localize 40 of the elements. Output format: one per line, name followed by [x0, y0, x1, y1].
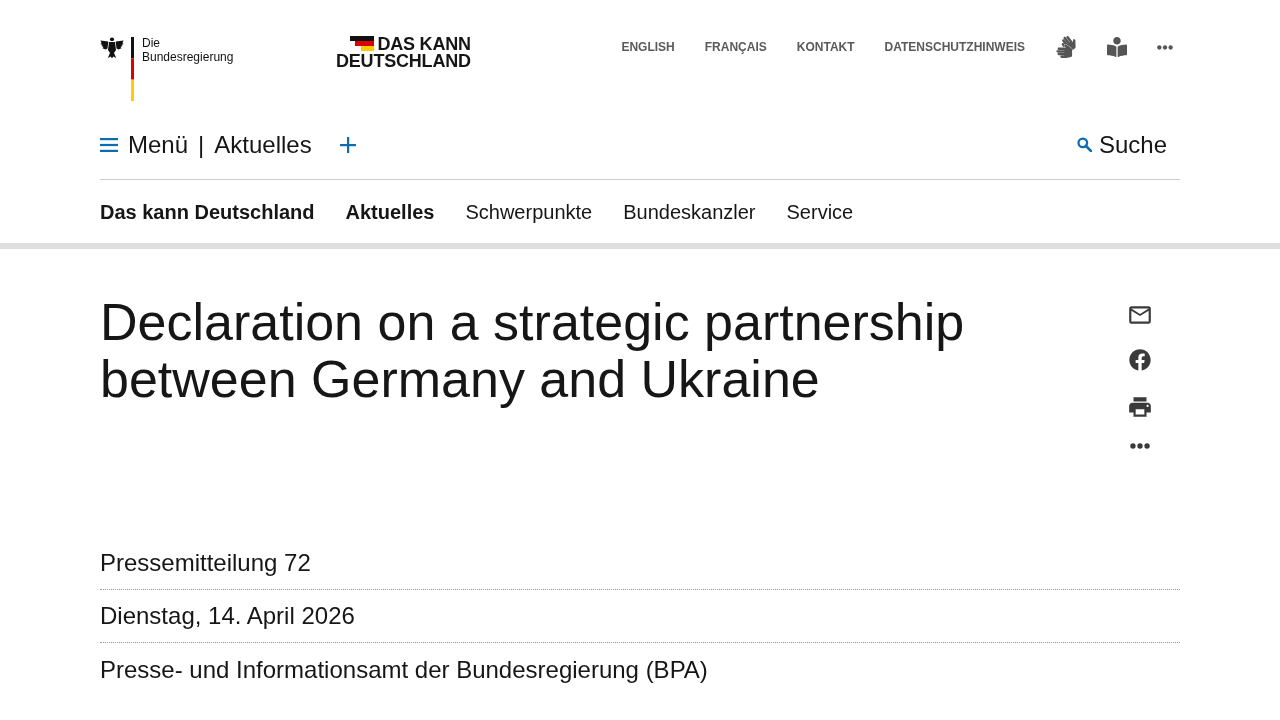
sign-language-button[interactable] [1055, 36, 1077, 58]
easy-read-button[interactable] [1107, 37, 1127, 57]
article-meta-text: Dienstag, 14. April 2026 [100, 602, 355, 630]
utility-link[interactable]: FRANÇAIS [704, 38, 767, 56]
article-meta-text: Presse- und Informationsamt der Bundesregierung (BPA) [100, 655, 708, 684]
campaign-logo-text: DEUTSCHLAND [336, 53, 471, 70]
facebook-icon [1129, 349, 1151, 371]
expand-button[interactable] [339, 136, 356, 153]
reading-person-icon [1107, 37, 1127, 57]
more-button[interactable] [1130, 443, 1150, 449]
nav-link[interactable]: Aktuelles [345, 196, 435, 227]
print-button[interactable] [1127, 397, 1153, 417]
search-icon [1076, 137, 1092, 152]
eagle-icon [100, 36, 124, 60]
utility-link[interactable]: KONTAKT [796, 38, 855, 56]
print-icon [1127, 394, 1153, 420]
article-title: Declaration on a strategic partnership between Germany and Ukraine [100, 294, 966, 408]
menu-button[interactable]: Menü [100, 130, 189, 159]
separator-text: | [198, 130, 205, 159]
more-button[interactable] [1157, 44, 1173, 50]
plus-icon [339, 136, 356, 153]
campaign-logo-text: DAS KANN [377, 36, 471, 53]
sign-language-icon [1055, 36, 1077, 58]
logo-wordmark: Die Bundesregierung [142, 36, 234, 64]
email-share-button[interactable] [1127, 307, 1153, 323]
nav-link[interactable]: Bundeskanzler [623, 196, 756, 227]
utility-link[interactable]: ENGLISH [621, 38, 675, 56]
search-button[interactable]: Suche [1076, 130, 1167, 159]
section-label: Aktuelles [214, 130, 312, 159]
section-title-link[interactable]: Das kann Deutschland [100, 196, 315, 227]
nav-link[interactable]: Service [786, 196, 854, 227]
more-icon [1130, 443, 1150, 449]
facebook-share-button[interactable] [1129, 349, 1151, 371]
flag-icon [350, 36, 375, 51]
nav-link[interactable]: Schwerpunkte [465, 196, 593, 227]
article-meta-text: Pressemitteilung 72 [100, 549, 311, 577]
menu-icon [100, 137, 118, 152]
more-icon [1157, 44, 1173, 50]
flag-stripe-icon [131, 37, 134, 101]
utility-link[interactable]: DATENSCHUTZHINWEIS [884, 38, 1025, 56]
